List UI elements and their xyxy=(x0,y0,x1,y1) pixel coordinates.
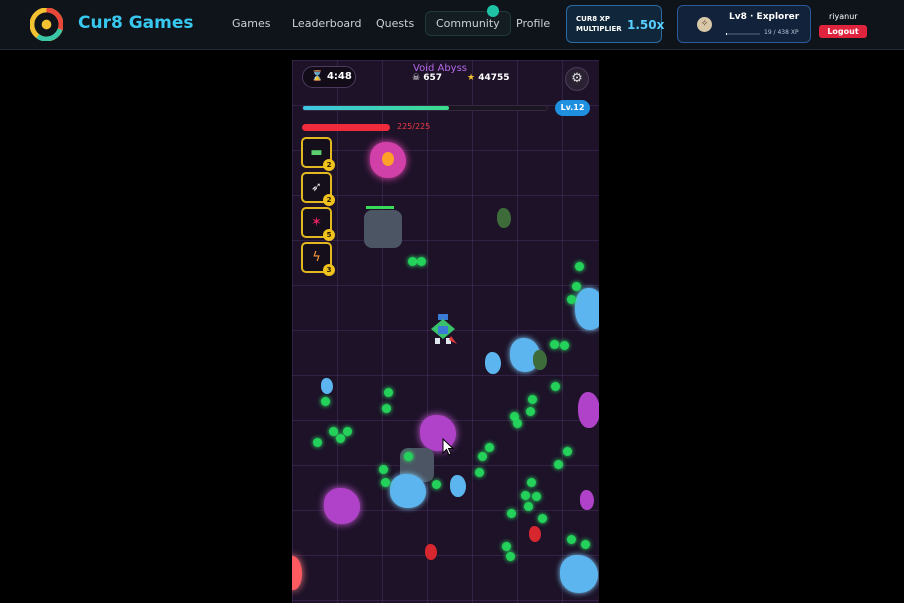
user-level-card[interactable]: ✧ Lv8 · Explorer 19 / 438 XP xyxy=(677,5,811,43)
xp-multiplier-value: 1.50x xyxy=(627,18,665,32)
xp-orb xyxy=(321,397,330,406)
xp-orb xyxy=(336,434,345,443)
xp-orb xyxy=(567,295,576,304)
xp-orb xyxy=(417,257,426,266)
nav-community[interactable]: Community xyxy=(425,11,511,36)
health-text: 225/225 xyxy=(397,122,431,131)
xp-orb xyxy=(560,341,569,350)
xp-orb xyxy=(381,478,390,487)
enemy-core-orange xyxy=(382,152,394,166)
xp-orb xyxy=(408,257,417,266)
xp-orb xyxy=(379,465,388,474)
xp-orb xyxy=(432,480,441,489)
enemy-blue xyxy=(560,555,598,593)
rocket-icon: ➶ xyxy=(311,180,322,195)
user-xp-progress xyxy=(726,33,760,35)
username: riyanur xyxy=(829,12,858,21)
xp-orb xyxy=(384,388,393,397)
xp-orb xyxy=(554,460,563,469)
xp-orb xyxy=(551,382,560,391)
enemy-health-bar xyxy=(366,206,394,209)
health-bar xyxy=(302,124,390,131)
weapon-level-badge: 3 xyxy=(323,264,335,276)
game-canvas[interactable]: ⌛ 4:48 Void Abyss ☠ 657 ★ 44755 ⚙ Lv.12 … xyxy=(292,60,599,603)
burst-icon: ✶ xyxy=(311,215,322,230)
enemy-goblin xyxy=(497,208,511,228)
compass-icon: ✧ xyxy=(697,17,712,32)
nav-games[interactable]: Games xyxy=(232,17,270,30)
logout-button[interactable]: Logout xyxy=(819,25,867,38)
nav-profile[interactable]: Profile xyxy=(516,17,550,30)
weapon-slot-rocket: ➶ 2 xyxy=(301,172,335,206)
brand-name[interactable]: Cur8 Games xyxy=(78,13,194,33)
skull-icon: ☠ xyxy=(412,73,421,83)
xp-orb xyxy=(527,478,536,487)
community-notification-dot xyxy=(487,5,499,17)
brand-logo-icon[interactable] xyxy=(30,8,63,41)
xp-orb xyxy=(550,340,559,349)
xp-orb xyxy=(572,282,581,291)
enemy-red xyxy=(292,556,302,590)
xp-orb xyxy=(524,502,533,511)
enemy-purple xyxy=(578,392,599,428)
enemy-blue xyxy=(321,378,333,394)
xp-orb xyxy=(485,443,494,452)
xp-orb xyxy=(528,395,537,404)
xp-orb xyxy=(538,514,547,523)
xp-orb xyxy=(502,542,511,551)
weapon-level-badge: 2 xyxy=(323,159,335,171)
xp-orb xyxy=(581,540,590,549)
settings-gear-icon[interactable]: ⚙ xyxy=(565,67,589,91)
xp-orb xyxy=(575,262,584,271)
player-mech xyxy=(431,314,457,344)
xp-orb xyxy=(521,491,530,500)
enemy-blue xyxy=(485,352,501,374)
xp-orb xyxy=(513,419,522,428)
game-xp-bar xyxy=(302,105,548,111)
xp-orb xyxy=(475,468,484,477)
xp-multiplier-label: CUR8 XP MULTIPLIER xyxy=(576,15,622,33)
top-navbar: Cur8 Games Games Leaderboard Quests Comm… xyxy=(0,0,904,50)
weapon-slot-blaster: ▬ 2 xyxy=(301,137,335,171)
user-level-title: Lv8 · Explorer xyxy=(729,12,800,22)
weapon-level-badge: 2 xyxy=(323,194,335,206)
weapon-slot-burst: ✶ 5 xyxy=(301,207,335,241)
xp-orb xyxy=(532,492,541,501)
star-icon: ★ xyxy=(467,73,476,83)
xp-orb xyxy=(313,438,322,447)
nav-quests[interactable]: Quests xyxy=(376,17,414,30)
game-timer: ⌛ 4:48 xyxy=(302,66,356,88)
nav-leaderboard[interactable]: Leaderboard xyxy=(292,17,361,30)
xp-orb xyxy=(343,427,352,436)
weapon-slot-lightning: ϟ 3 xyxy=(301,242,335,276)
xp-orb xyxy=(526,407,535,416)
hourglass-icon: ⌛ xyxy=(311,71,324,82)
enemy-purple xyxy=(324,488,360,524)
kill-counter: ☠ 657 xyxy=(412,73,443,83)
score-counter: ★ 44755 xyxy=(467,73,510,83)
weapon-level-badge: 5 xyxy=(323,229,335,241)
xp-orb xyxy=(567,535,576,544)
xp-multiplier-badge: CUR8 XP MULTIPLIER 1.50x xyxy=(566,5,665,43)
enemy-golem xyxy=(364,210,402,248)
blaster-icon: ▬ xyxy=(310,145,323,160)
game-level-badge: Lv.12 xyxy=(555,100,590,116)
xp-orb xyxy=(507,509,516,518)
enemy-blue xyxy=(450,475,466,497)
enemy-blue xyxy=(390,474,426,508)
enemy-blue xyxy=(575,288,599,330)
lightning-icon: ϟ xyxy=(312,250,321,265)
enemy-red xyxy=(529,526,541,542)
xp-orb xyxy=(404,452,413,461)
xp-orb xyxy=(478,452,487,461)
enemy-red xyxy=(425,544,437,560)
xp-orb xyxy=(382,404,391,413)
enemy-purple xyxy=(580,490,594,510)
mouse-cursor-icon xyxy=(442,438,454,456)
enemy-goblin xyxy=(533,350,547,370)
xp-orb xyxy=(506,552,515,561)
user-xp-text: 19 / 438 XP xyxy=(764,29,799,36)
xp-orb xyxy=(563,447,572,456)
